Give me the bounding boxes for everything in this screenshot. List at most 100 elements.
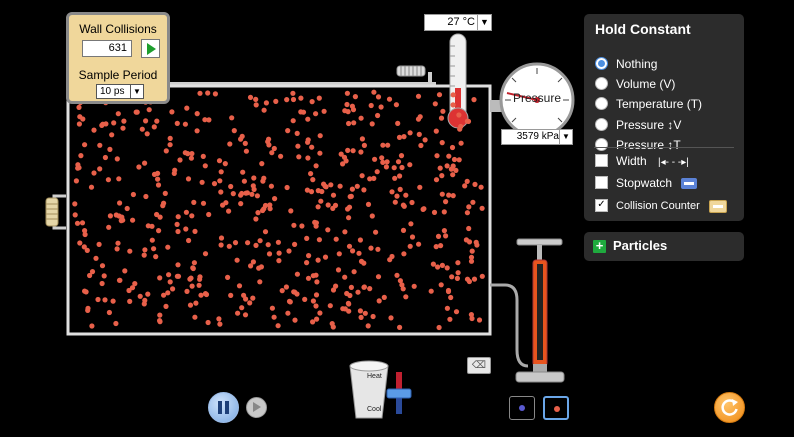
gas-particle: [287, 299, 293, 305]
gas-particle: [198, 292, 204, 298]
gas-particle: [91, 170, 97, 176]
gas-particle: [448, 294, 454, 301]
checkbox-icon[interactable]: [595, 176, 608, 190]
gas-particle: [223, 200, 229, 206]
gas-particle: [298, 109, 304, 115]
radio-temperature[interactable]: Temperature (T): [595, 96, 702, 112]
gas-particle: [321, 108, 327, 114]
checkbox-checked-icon[interactable]: ✓: [595, 198, 608, 212]
gas-particle: [306, 253, 312, 259]
radio-nothing[interactable]: Nothing: [595, 56, 657, 72]
gas-particle: [450, 102, 456, 108]
eraser-icon[interactable]: ⌫: [467, 357, 491, 374]
reset-button[interactable]: [714, 392, 745, 423]
gas-particle: [146, 107, 152, 113]
gas-particle: [397, 173, 403, 179]
gas-particle: [313, 111, 319, 117]
radio-icon[interactable]: [595, 77, 608, 91]
gas-particle: [350, 107, 357, 113]
gas-particle: [346, 215, 352, 221]
gas-particle: [298, 95, 304, 101]
gas-particle: [143, 118, 149, 124]
width-checkbox-row[interactable]: Width |◂- - -▸|: [595, 153, 689, 169]
gas-particle: [265, 242, 271, 248]
step-button[interactable]: [246, 397, 267, 418]
stopwatch-icon: [681, 178, 698, 190]
play-icon[interactable]: [141, 39, 160, 58]
gas-particle: [268, 183, 274, 189]
gas-particle: [310, 177, 316, 183]
collision-counter-panel[interactable]: Wall Collisions 631 Sample Period 10 ps …: [66, 12, 170, 104]
gas-particle: [72, 212, 78, 218]
plus-icon[interactable]: +: [593, 239, 606, 253]
gas-particle: [99, 280, 105, 287]
gas-particle: [271, 314, 277, 320]
particles-accordion[interactable]: + Particles: [584, 232, 744, 261]
gas-particle: [266, 251, 273, 257]
gas-particle: [182, 121, 188, 127]
gas-particle: [238, 136, 244, 142]
light-species-button[interactable]: [543, 396, 569, 420]
sample-period-select[interactable]: 10 ps ▼: [96, 84, 144, 99]
gas-particle: [117, 200, 123, 206]
gas-particle: [174, 221, 180, 227]
gas-particle: [74, 220, 81, 226]
pump-icon[interactable]: [515, 238, 565, 383]
radio-pressure-v[interactable]: Pressure ↕V: [595, 117, 681, 133]
gas-particle: [295, 143, 301, 149]
gas-particle: [266, 136, 272, 142]
gas-particle: [444, 163, 450, 169]
checkbox-icon[interactable]: [595, 154, 608, 168]
gas-particle: [415, 93, 422, 99]
gas-particle: [479, 273, 485, 279]
gas-particle: [238, 201, 244, 207]
radio-label: Pressure ↕V: [616, 118, 682, 132]
wall-handle[interactable]: [45, 197, 59, 227]
gas-particle: [285, 310, 291, 316]
gas-particle: [458, 123, 464, 130]
gas-particle: [78, 153, 84, 159]
gas-particle: [137, 293, 143, 299]
heat-cool-slider[interactable]: [386, 372, 412, 414]
stopwatch-checkbox-row[interactable]: Stopwatch: [595, 175, 698, 191]
gas-particle: [466, 204, 472, 210]
sample-period-value: 10 ps: [100, 86, 125, 97]
radio-icon[interactable]: [595, 118, 608, 132]
gas-particle: [345, 147, 351, 153]
gas-particle: [242, 140, 248, 146]
gas-particle: [177, 157, 183, 163]
gas-particle: [454, 275, 460, 281]
gas-particle: [142, 247, 148, 253]
gas-particle: [444, 265, 450, 271]
gas-particle: [447, 316, 453, 322]
gas-particle: [356, 250, 362, 256]
gas-particle: [107, 146, 113, 152]
gas-particle: [359, 173, 365, 179]
gas-particle: [197, 90, 203, 96]
temperature-units-select[interactable]: 27 °C ▼: [424, 14, 492, 31]
gas-particle: [169, 109, 175, 115]
gas-particle: [269, 305, 275, 311]
gas-particle: [275, 239, 281, 245]
heat-label: Heat: [367, 373, 382, 380]
radio-volume[interactable]: Volume (V): [595, 76, 675, 92]
radio-pressure-t[interactable]: Pressure ↕T: [595, 137, 681, 153]
gas-particle: [409, 234, 416, 240]
gas-particle: [317, 150, 323, 156]
pressure-units-select[interactable]: 3579 kPa ▼: [501, 129, 573, 145]
pause-button[interactable]: [208, 392, 239, 423]
gas-particle: [361, 284, 367, 290]
gas-particle: [278, 153, 284, 159]
gas-particle: [403, 192, 409, 198]
collision-counter-checkbox-row[interactable]: ✓ Collision Counter: [595, 198, 727, 214]
gas-particle: [84, 247, 90, 253]
radio-icon[interactable]: [595, 138, 608, 152]
gas-particle: [403, 294, 409, 300]
gas-particle: [113, 212, 119, 218]
heavy-species-button[interactable]: [509, 396, 535, 420]
gas-particle: [124, 205, 130, 212]
radio-selected-icon[interactable]: [595, 57, 608, 71]
gas-particle: [205, 90, 211, 96]
gas-particle: [266, 142, 272, 148]
radio-icon[interactable]: [595, 97, 608, 111]
